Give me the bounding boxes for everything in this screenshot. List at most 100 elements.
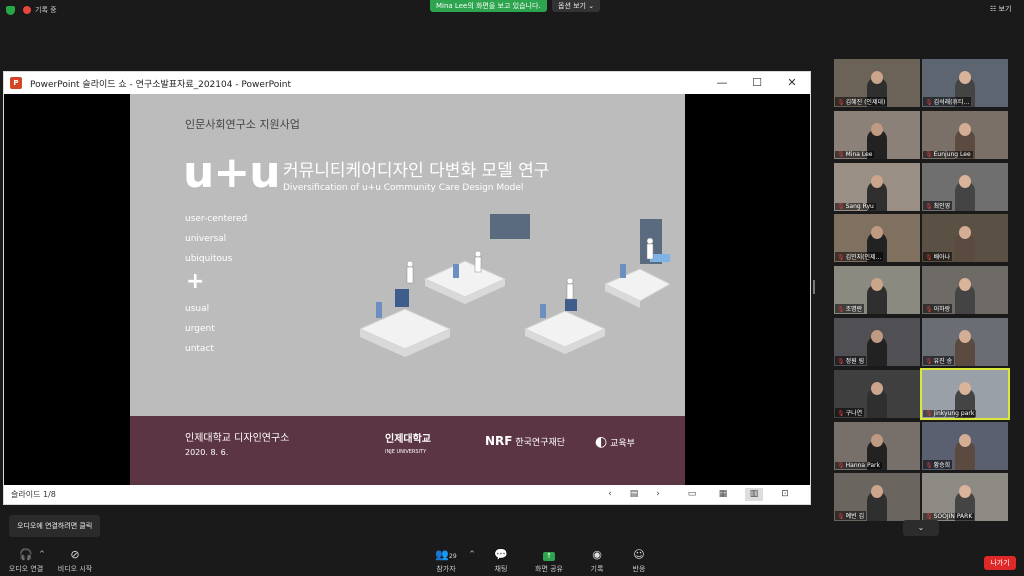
participants-chevron-icon[interactable]: ^ [468, 550, 476, 558]
previous-slide-icon[interactable]: ‹ [601, 488, 619, 501]
share-screen-button[interactable]: ↑ 화면 공유 [532, 544, 566, 574]
audio-button[interactable]: 🎧 오디오 연결 [8, 544, 44, 574]
mic-muted-icon: 🎙 [837, 202, 845, 210]
mic-muted-icon: 🎙 [837, 254, 845, 262]
participant-tile[interactable]: 🎙Sang Ryu [834, 162, 920, 211]
smiley-icon: ☺ [633, 548, 645, 561]
mic-muted-icon: 🎙 [925, 202, 933, 210]
participant-face [959, 381, 971, 395]
participant-name-label: 🎙예빈 김 [835, 511, 867, 521]
normal-view-icon[interactable]: ▭ [683, 488, 701, 501]
mic-muted-icon: 🎙 [837, 513, 845, 521]
participant-tile[interactable]: 🎙배아나 [922, 214, 1008, 263]
audio-tooltip: 오디오에 연결하려면 클릭 [9, 515, 101, 537]
maximize-button[interactable]: ☐ [747, 75, 767, 91]
slide-keyword: user-centered [185, 214, 248, 224]
minimize-button[interactable]: — [712, 75, 732, 91]
participant-name-label: 🎙Sang Ryu [835, 202, 876, 210]
participant-name-label: 🎙김혜진 (인제대) [835, 97, 888, 106]
slideshow-icon[interactable]: ⊡ [776, 488, 794, 501]
mic-muted-icon: 🎙 [925, 409, 933, 417]
mic-muted-icon: 🎙 [925, 306, 933, 314]
gallery-scroll-down-button[interactable]: ⌄ [903, 520, 939, 536]
slide-counter: 슬라이드 1/8 [11, 490, 56, 499]
participant-name-label: 🎙Eunjung Lee [923, 150, 973, 158]
participant-name: 배아나 [933, 254, 951, 262]
next-slide-icon[interactable]: › [649, 488, 667, 501]
participant-face [959, 433, 971, 447]
record-button[interactable]: ◉ 기록 [586, 544, 608, 574]
slide-date: 2020. 8. 6. [185, 448, 229, 457]
slide-canvas: 인문사회연구소 지원사업 u+u 커뮤니티케어디자인 다변화 모델 연구 Div… [130, 94, 685, 486]
participant-tile[interactable]: 🎙Mina Lee [834, 110, 920, 159]
reactions-button-label: 반응 [632, 565, 646, 573]
participant-name: 예빈 김 [845, 513, 865, 521]
chat-icon: 💬 [494, 548, 508, 561]
participant-name: Hanna Park [845, 461, 880, 469]
recording-label: 기록 중 [35, 6, 57, 14]
mic-muted-icon: 🎙 [837, 99, 845, 106]
participant-name: Sang Ryu [845, 202, 874, 210]
participant-tile[interactable]: 🎙조명란 [834, 266, 920, 315]
view-options-button[interactable]: 옵션 보기 ⌄ [552, 0, 601, 12]
participant-tile[interactable]: 🎙예빈 김 [834, 473, 920, 522]
inje-logo-sub: INJE UNIVERSITY [385, 449, 427, 455]
participant-name-label: 🎙김민지(인제... [835, 252, 884, 262]
slideshow-status-bar: 슬라이드 1/8 ‹ ▤ › ▭ ▦ ▥ ⊡ [4, 485, 810, 504]
participant-face [959, 174, 971, 188]
participant-name-label: 🎙황승희 [923, 459, 953, 469]
participant-tile[interactable]: 🎙Eunjung Lee [922, 110, 1008, 159]
slide-keyword: untact [185, 344, 214, 354]
participant-name-label: 🎙구나연 [835, 407, 865, 417]
participant-tile[interactable]: 🎙jinkyung park [920, 367, 1010, 420]
video-button[interactable]: ⊘ 비디오 시작 [56, 544, 94, 574]
participant-tile[interactable]: 🎙김석래(휴티... [922, 59, 1008, 107]
reactions-button[interactable]: ☺ 반응 [628, 544, 650, 574]
participant-name-label: 🎙김석래(휴티... [923, 97, 972, 106]
mic-muted-icon: 🎙 [925, 150, 933, 158]
share-screen-label: 화면 공유 [535, 565, 563, 573]
participant-tile[interactable]: 🎙김혜진 (인제대) [834, 59, 920, 107]
participant-tile[interactable]: 🎙정원 림 [834, 318, 920, 366]
slide-menu-icon[interactable]: ▤ [625, 488, 643, 501]
slide-title: 커뮤니티케어디자인 다변화 모델 연구 [283, 161, 550, 181]
shield-icon[interactable] [6, 6, 15, 15]
participant-tile[interactable]: 🎙김민지(인제... [834, 214, 920, 263]
participants-button[interactable]: 👥29 참가자 [432, 544, 460, 574]
view-button[interactable]: ☷ 보기 [990, 4, 1011, 14]
mic-muted-icon: 🎙 [925, 99, 933, 106]
slide-sorter-icon[interactable]: ▦ [714, 488, 732, 501]
slide-institute: 인제대학교 디자인연구소 [185, 433, 290, 444]
participant-tile[interactable]: 🎙이하랑 [922, 266, 1008, 315]
participant-name-label: 🎙이하랑 [923, 304, 953, 314]
audio-options-chevron-icon[interactable]: ^ [38, 550, 46, 558]
slide-keyword: universal [185, 234, 227, 244]
participant-tile[interactable]: 🎙구나연 [834, 369, 920, 418]
isometric-illustration [358, 214, 670, 357]
participant-name-label: 🎙최인영 [923, 200, 953, 210]
close-button[interactable]: ✕ [782, 75, 802, 91]
slide-subtitle: Diversification of u+u Community Care De… [283, 183, 524, 193]
participant-name-label: 🎙조명란 [835, 304, 865, 314]
participant-tile[interactable]: 🎙유진 송 [922, 318, 1008, 366]
participants-icon: 👥29 [435, 548, 457, 561]
meeting-toolbar: 🎧 오디오 연결 ^ ⊘ 비디오 시작 👥29 참가자 ^ 💬 채팅 ↑ 화면 … [0, 544, 1024, 576]
mic-muted-icon: 🎙 [837, 306, 845, 314]
participant-tile[interactable]: 🎙Hanna Park [834, 421, 920, 470]
window-titlebar: P PowerPoint 슬라이드 쇼 - 연구소발표자료_202104 - P… [4, 72, 810, 94]
chat-button[interactable]: 💬 채팅 [490, 544, 512, 574]
window-title: PowerPoint 슬라이드 쇼 - 연구소발표자료_202104 - Pow… [30, 80, 291, 90]
inje-logo-text: 인제대학교 [385, 434, 431, 445]
participant-name-label: 🎙유진 송 [923, 356, 955, 365]
leave-meeting-button[interactable]: 나가기 [984, 556, 1016, 570]
moe-logo-text: 교육부 [610, 439, 635, 449]
participant-tile[interactable]: 🎙SOOJIN PARK [922, 473, 1008, 522]
participant-name: 이하랑 [933, 306, 951, 314]
audio-button-label: 오디오 연결 [8, 565, 44, 573]
panel-resize-handle[interactable] [813, 280, 815, 294]
reading-view-icon[interactable]: ▥ [745, 488, 763, 501]
participant-face [871, 122, 883, 136]
participant-tile[interactable]: 🎙황승희 [922, 421, 1008, 470]
slide-program-text: 인문사회연구소 지원사업 [185, 118, 300, 131]
participant-tile[interactable]: 🎙최인영 [922, 162, 1008, 211]
